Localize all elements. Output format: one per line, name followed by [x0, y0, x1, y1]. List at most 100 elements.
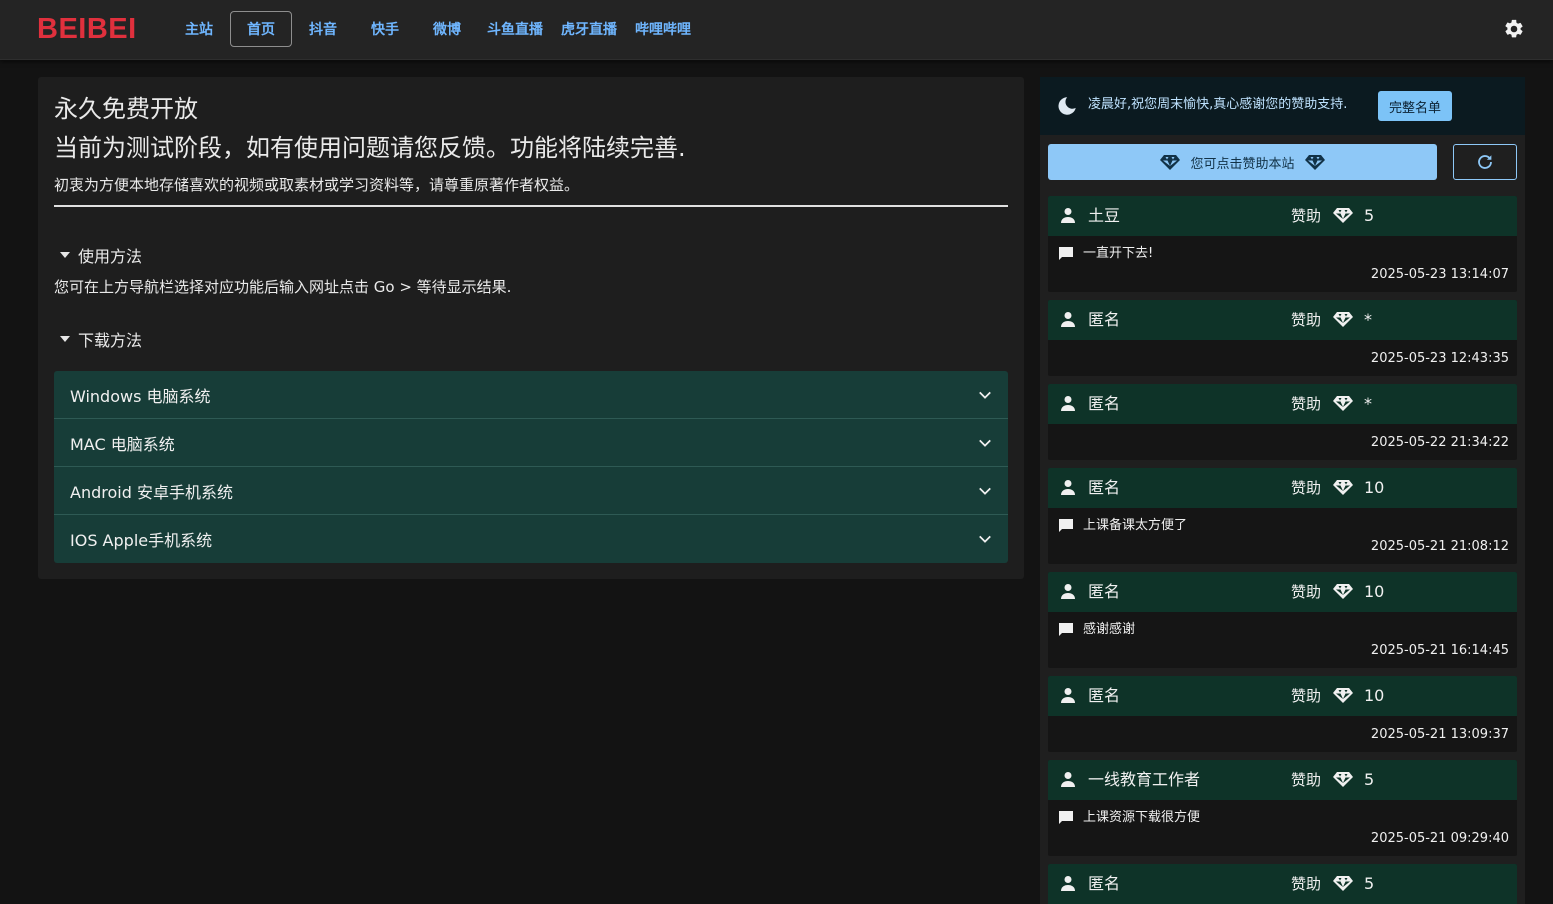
nav-item-douyu[interactable]: 斗鱼直播: [478, 11, 552, 47]
accordion-item-ios[interactable]: IOS Apple手机系统: [54, 515, 1008, 563]
donation-amount: 5: [1364, 874, 1375, 893]
user-icon: [1061, 584, 1075, 599]
donation-amount: 10: [1364, 686, 1385, 705]
donation-message: 感谢感谢: [1058, 621, 1135, 639]
usage-text: 您可在上方导航栏选择对应功能后输入网址点击 Go > 等待显示结果.: [54, 278, 512, 296]
refresh-icon: [1478, 155, 1492, 169]
diamond-icon: [1333, 772, 1353, 787]
donation-amount: *: [1364, 310, 1372, 329]
chevron-down-icon: [979, 535, 991, 543]
triangle-down-icon: [60, 336, 70, 342]
comment-icon: [1059, 623, 1073, 636]
sponsor-label: 赞助: [1291, 479, 1322, 497]
donation-time: 2025-05-21 09:29:40: [1370, 831, 1509, 846]
chevron-down-icon: [979, 439, 991, 447]
donation-header: 匿名 赞助 5: [1048, 864, 1517, 904]
donor-name: 匿名: [1088, 874, 1121, 893]
donation-time: 2025-05-21 21:08:12: [1370, 539, 1509, 554]
donor-name: 一线教育工作者: [1088, 770, 1201, 789]
main-nav: 主站 首页 抖音 快手 微博 斗鱼直播 虎牙直播 哔哩哔哩: [168, 11, 700, 47]
sponsor-button[interactable]: 您可点击赞助本站: [1048, 144, 1437, 180]
donation-body: 感谢感谢 2025-05-21 16:14:45: [1048, 612, 1517, 668]
donation-header: 匿名 赞助 10: [1048, 468, 1517, 508]
donation-body: 上课备课太方便了 2025-05-21 21:08:12: [1048, 508, 1517, 564]
donation-card: 匿名 赞助 * 2025-05-23 12:43:35: [1048, 300, 1517, 376]
donation-message-text: 上课资源下载很方便: [1083, 810, 1201, 825]
top-navbar: BEIBEI 主站 首页 抖音 快手 微博 斗鱼直播 虎牙直播 哔哩哔哩: [0, 0, 1553, 60]
donation-time: 2025-05-23 12:43:35: [1370, 351, 1509, 366]
user-icon: [1061, 876, 1075, 891]
donation-list: 土豆 赞助 5 一直开下去! 2025-05-23 13:14:07 匿名 赞助 * 2025-…: [1048, 196, 1517, 904]
donation-card: 匿名 赞助 10 感谢感谢 2025-05-21 16:14:45: [1048, 572, 1517, 668]
accordion-label: Android 安卓手机系统: [70, 482, 233, 502]
sponsor-label: 赞助: [1291, 771, 1322, 789]
diamond-icon: [1333, 584, 1353, 599]
donation-amount: 10: [1364, 582, 1385, 601]
donation-amount: 5: [1364, 770, 1375, 789]
donation-time: 2025-05-21 13:09:37: [1370, 727, 1509, 742]
nav-item-main-site[interactable]: 主站: [168, 11, 230, 47]
donation-amount: 5: [1364, 206, 1375, 225]
donor-name: 匿名: [1088, 582, 1121, 601]
sponsor-label: 赞助: [1291, 583, 1322, 601]
donor-name: 匿名: [1088, 394, 1121, 413]
nav-item-douyin[interactable]: 抖音: [292, 11, 354, 47]
divider: [54, 205, 1008, 207]
greeting-bar: 凌晨好,祝您周末愉快,真心感谢您的赞助支持. 完整名单: [1040, 77, 1525, 135]
gear-icon[interactable]: [1503, 18, 1525, 40]
donation-amount: 10: [1364, 478, 1385, 497]
usage-summary[interactable]: 使用方法: [60, 247, 142, 267]
accordion-item-mac[interactable]: MAC 电脑系统: [54, 419, 1008, 467]
nav-item-bilibili[interactable]: 哔哩哔哩: [626, 11, 700, 47]
donation-amount: *: [1364, 394, 1372, 413]
diamond-icon: [1160, 155, 1181, 170]
diamond-icon: [1304, 155, 1325, 170]
comment-icon: [1059, 519, 1073, 532]
nav-item-huya[interactable]: 虎牙直播: [552, 11, 626, 47]
donation-header: 匿名 赞助 10: [1048, 676, 1517, 716]
donation-card: 土豆 赞助 5 一直开下去! 2025-05-23 13:14:07: [1048, 196, 1517, 292]
user-icon: [1061, 480, 1075, 495]
user-icon: [1061, 312, 1075, 327]
user-icon: [1061, 688, 1075, 703]
donation-body: 2025-05-23 12:43:35: [1048, 340, 1517, 376]
donation-header: 匿名 赞助 *: [1048, 384, 1517, 424]
nav-item-home[interactable]: 首页: [230, 11, 292, 47]
page-note: 初衷为方便本地存储喜欢的视频或取素材或学习资料等，请尊重原著作者权益。: [54, 176, 580, 194]
donation-message: 上课资源下载很方便: [1058, 809, 1200, 827]
diamond-icon: [1333, 208, 1353, 223]
diamond-icon: [1333, 688, 1353, 703]
sponsor-label: 赞助: [1291, 311, 1322, 329]
nav-item-kuaishou[interactable]: 快手: [354, 11, 416, 47]
accordion-label: MAC 电脑系统: [70, 434, 175, 454]
user-icon: [1061, 208, 1075, 223]
refresh-button[interactable]: [1453, 144, 1517, 180]
accordion-label: IOS Apple手机系统: [70, 531, 213, 550]
platform-accordion: Windows 电脑系统 MAC 电脑系统 Android 安卓手机系统 IOS…: [54, 371, 1008, 563]
accordion-item-windows[interactable]: Windows 电脑系统: [54, 371, 1008, 419]
donation-card: 匿名 赞助 10 2025-05-21 13:09:37: [1048, 676, 1517, 752]
download-summary[interactable]: 下载方法: [60, 331, 142, 351]
donation-body: 上课资源下载很方便 2025-05-21 09:29:40: [1048, 800, 1517, 856]
donation-card: 一线教育工作者 赞助 5 上课资源下载很方便 2025-05-21 09:29:40: [1048, 760, 1517, 856]
sponsor-label: 赞助: [1291, 395, 1322, 413]
triangle-down-icon: [60, 252, 70, 258]
donation-message: 上课备课太方便了: [1058, 517, 1187, 535]
donation-message-text: 上课备课太方便了: [1083, 518, 1188, 533]
page-subtitle: 当前为测试阶段，如有使用问题请您反馈。功能将陆续完善.: [54, 134, 686, 162]
sponsor-label: 赞助: [1291, 207, 1322, 225]
donor-name: 匿名: [1088, 478, 1121, 497]
donor-name: 匿名: [1088, 686, 1121, 705]
nav-item-weibo[interactable]: 微博: [416, 11, 478, 47]
sponsor-label: 赞助: [1291, 687, 1322, 705]
full-list-button[interactable]: 完整名单: [1378, 91, 1452, 121]
page-title: 永久免费开放: [54, 95, 198, 123]
site-logo[interactable]: BEIBEI: [37, 13, 137, 45]
comment-icon: [1059, 247, 1073, 260]
moon-icon: [1058, 97, 1076, 115]
comment-icon: [1059, 811, 1073, 824]
accordion-item-android[interactable]: Android 安卓手机系统: [54, 467, 1008, 515]
donation-header: 匿名 赞助 10: [1048, 572, 1517, 612]
donation-header: 匿名 赞助 *: [1048, 300, 1517, 340]
diamond-icon: [1333, 480, 1353, 495]
